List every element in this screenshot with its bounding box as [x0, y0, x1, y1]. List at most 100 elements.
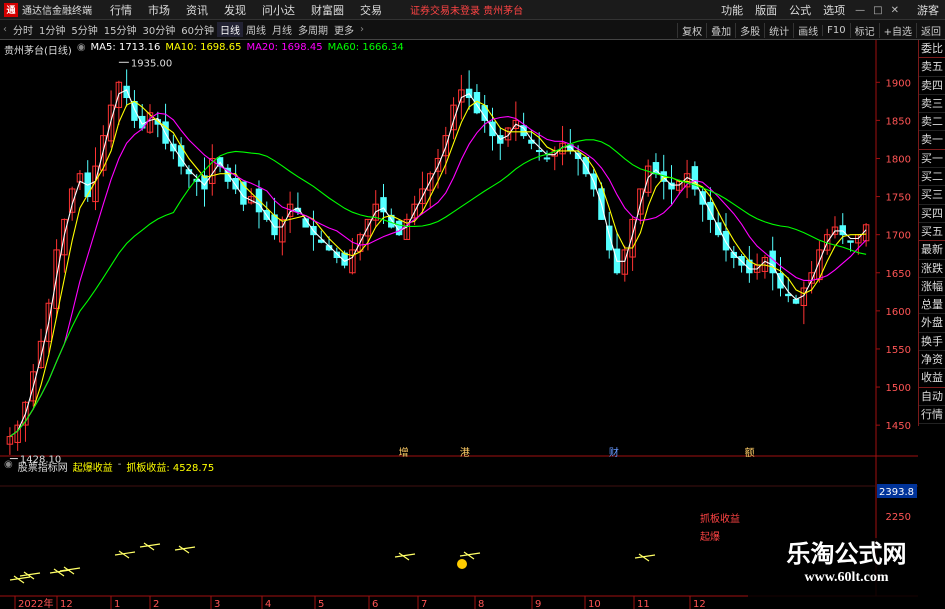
event-marker[interactable]: 港 — [460, 447, 470, 459]
multi-stock-button[interactable]: 多股 — [735, 22, 764, 38]
statistics-button[interactable]: 统计 — [764, 22, 793, 38]
ma60-legend: MA60: 1666.34 — [327, 42, 404, 53]
watermark: 乐淘公式网 www.60lt.com — [748, 538, 945, 608]
draw-line-button[interactable]: 画线 — [793, 22, 822, 38]
menu-item-news[interactable]: 资讯 — [178, 2, 216, 18]
ma20-legend: MA20: 1698.45 — [246, 42, 323, 53]
menu-item-market[interactable]: 市场 — [140, 2, 178, 18]
close-icon[interactable]: ✕ — [887, 5, 903, 16]
period-15min[interactable]: 15分钟 — [101, 22, 140, 37]
add-watchlist-button[interactable]: +自选 — [878, 22, 916, 38]
indicator-series-a: 起爆收益 — [72, 463, 113, 474]
period-monthly[interactable]: 月线 — [269, 22, 295, 37]
stock-name[interactable]: 贵州茅台(日线) — [4, 42, 72, 57]
quote-earnings[interactable]: 收益 — [919, 369, 945, 388]
quote-commission-ratio[interactable]: 委比 — [919, 40, 945, 59]
indicator-scale-tick: 2250 — [886, 512, 911, 523]
quote-bid4[interactable]: 买四 — [919, 205, 945, 223]
menu-item-layout[interactable]: 版面 — [749, 2, 783, 18]
candle-body — [722, 230, 730, 251]
period-5min[interactable]: 5分钟 — [68, 22, 100, 37]
price-tick-label: 1500 — [886, 383, 911, 394]
period-intraday[interactable]: 分时 — [10, 22, 36, 37]
indicator-name[interactable]: 股票指标网 — [18, 459, 68, 474]
date-tick-label: 5 — [318, 599, 324, 609]
quote-ask5[interactable]: 卖五 — [919, 58, 945, 77]
quote-bid2[interactable]: 买二 — [919, 168, 945, 187]
toolbar-left-arrow-icon[interactable]: ‹ — [0, 24, 10, 35]
quote-net-assets[interactable]: 净资 — [919, 351, 945, 370]
quote-panel: 委比 卖五 卖四 卖三 卖二 卖一 买一 买二 买三 买四 买五 最新 涨跌 涨… — [918, 40, 945, 426]
restore-rights-button[interactable]: 复权 — [677, 22, 706, 38]
signal-mark — [9, 575, 31, 584]
price-tick-label: 1900 — [886, 78, 911, 89]
period-1min[interactable]: 1分钟 — [36, 22, 68, 37]
menu-item-trade[interactable]: 交易 — [352, 2, 390, 18]
price-tick-label: 1450 — [886, 421, 911, 432]
event-marker[interactable]: 财 — [609, 446, 619, 459]
period-30min[interactable]: 30分钟 — [139, 22, 178, 37]
date-tick-label: 7 — [421, 599, 427, 609]
quote-market[interactable]: 行情 — [919, 406, 945, 425]
quote-bid3[interactable]: 买三 — [919, 186, 945, 205]
minimize-icon[interactable]: — — [851, 5, 869, 16]
indicator-scale-value: 2393.8 — [879, 487, 914, 498]
chart-grid — [0, 40, 918, 597]
quote-auto[interactable]: 自动 — [919, 388, 945, 406]
event-marker[interactable]: 增 — [399, 446, 409, 459]
menu-item-discover[interactable]: 发现 — [216, 2, 254, 18]
back-button[interactable]: 返回 — [916, 22, 945, 38]
indicator-label-b: 起爆 — [700, 531, 720, 543]
quote-bid5[interactable]: 买五 — [919, 223, 945, 242]
guest-label[interactable]: 游客 — [911, 2, 945, 18]
price-tick-label: 1850 — [886, 116, 911, 127]
ma5-legend: MA5: 1713.16 — [90, 42, 161, 53]
date-tick-label: 8 — [478, 599, 484, 609]
f10-button[interactable]: F10 — [822, 24, 849, 36]
price-tick-label: 1550 — [886, 345, 911, 356]
menu-item-wealth[interactable]: 财富圈 — [303, 2, 352, 18]
signal-mark — [139, 542, 161, 551]
quote-change[interactable]: 涨跌 — [919, 260, 945, 278]
candle-body — [380, 197, 387, 213]
date-tick-label: 12 — [60, 599, 73, 609]
signal-mark — [394, 552, 416, 561]
quote-change-pct[interactable]: 涨幅 — [919, 278, 945, 297]
maximize-icon[interactable]: □ — [869, 5, 886, 16]
quote-bid1[interactable]: 买一 — [919, 150, 945, 169]
moving-average-lines — [9, 89, 867, 438]
legend-toggle-icon[interactable]: ◉ — [77, 42, 86, 57]
quote-volume[interactable]: 总量 — [919, 296, 945, 315]
signal-mark — [174, 545, 196, 554]
quote-ask4[interactable]: 卖四 — [919, 77, 945, 95]
quote-turnover[interactable]: 换手 — [919, 333, 945, 352]
date-tick-label: 9 — [535, 599, 541, 609]
signal-dot — [457, 559, 467, 569]
menu-item-function[interactable]: 功能 — [715, 2, 749, 18]
menu-item-quotes[interactable]: 行情 — [102, 2, 140, 18]
date-tick-label: 6 — [372, 599, 378, 609]
period-60min[interactable]: 60分钟 — [178, 22, 217, 37]
quote-outer-volume[interactable]: 外盘 — [919, 314, 945, 333]
menu-item-options[interactable]: 选项 — [817, 2, 851, 18]
period-weekly[interactable]: 周线 — [243, 22, 269, 37]
event-marker[interactable]: 额 — [745, 446, 755, 459]
watermark-title: 乐淘公式网 — [786, 540, 907, 568]
quote-latest[interactable]: 最新 — [919, 241, 945, 260]
overlay-button[interactable]: 叠加 — [706, 22, 735, 38]
price-annotations: 1935.001428.10增港财额 — [9, 58, 755, 466]
menu-item-formula[interactable]: 公式 — [783, 2, 817, 18]
more-dropdown-icon[interactable]: › — [357, 24, 367, 35]
quote-ask1[interactable]: 卖一 — [919, 131, 945, 150]
chart-area[interactable]: 1450 1500 1550 1600 1650 1700 1750 1800 1850 1900… — [0, 40, 918, 609]
date-tick-label: 10 — [588, 599, 601, 609]
period-daily[interactable]: 日线 — [216, 22, 243, 37]
period-multi[interactable]: 多周期 — [295, 22, 331, 37]
period-more[interactable]: 更多 — [331, 22, 357, 37]
indicator-toggle-icon[interactable]: ◉ — [4, 459, 13, 474]
quote-ask2[interactable]: 卖二 — [919, 113, 945, 132]
login-status-text[interactable]: 证券交易未登录 贵州茅台 — [410, 2, 523, 17]
quote-ask3[interactable]: 卖三 — [919, 95, 945, 114]
mark-button[interactable]: 标记 — [849, 22, 879, 38]
menu-item-xiaoda[interactable]: 问小达 — [254, 2, 303, 18]
